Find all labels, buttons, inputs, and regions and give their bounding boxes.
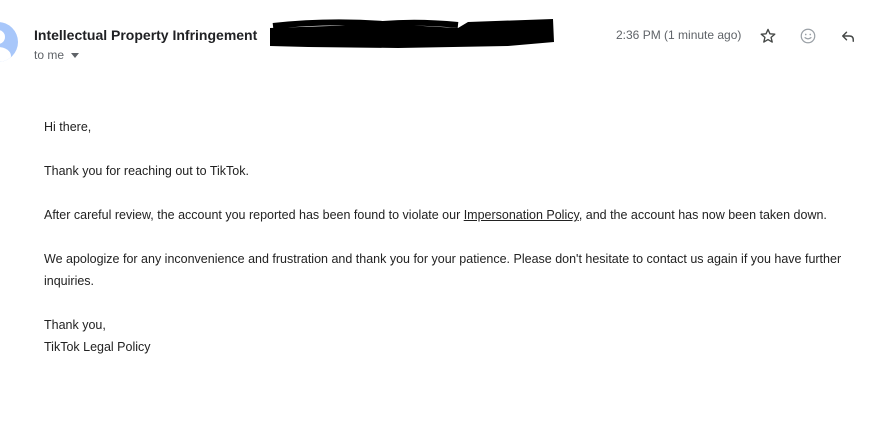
email-subject: Intellectual Property Infringement <box>34 27 258 43</box>
signoff: Thank you, TikTok Legal Policy <box>44 314 878 358</box>
body-paragraph-3: We apologize for any inconvenience and f… <box>44 252 842 288</box>
reply-icon <box>842 31 854 42</box>
emoji-icon <box>800 28 816 44</box>
add-reaction-button[interactable] <box>796 24 820 48</box>
recipient-dropdown[interactable]: to me <box>34 48 80 62</box>
avatar-icon <box>0 30 11 62</box>
body-paragraph-1: Thank you for reaching out to TikTok. <box>44 164 249 178</box>
body-paragraph-2-text-end: , and the account has now been taken dow… <box>578 208 827 222</box>
star-button[interactable] <box>756 24 780 48</box>
avatar[interactable] <box>0 22 18 62</box>
redaction-mark <box>270 19 554 48</box>
email-body: Hi there, Thank you for reaching out to … <box>44 116 878 358</box>
body-paragraph-2-text: After careful review, the account you re… <box>44 208 464 222</box>
star-icon <box>760 28 776 43</box>
impersonation-policy-link[interactable]: Impersonation Policy <box>464 208 579 222</box>
signature: TikTok Legal Policy <box>44 340 151 354</box>
chevron-down-icon <box>71 52 80 58</box>
email-timestamp: 2:36 PM (1 minute ago) <box>616 28 742 42</box>
body-paragraph-2: After careful review, the account you re… <box>44 204 878 226</box>
recipient-label: to me <box>34 48 65 62</box>
signoff-line: Thank you, <box>44 318 106 332</box>
reply-button[interactable] <box>836 24 860 48</box>
greeting: Hi there, <box>44 120 92 134</box>
